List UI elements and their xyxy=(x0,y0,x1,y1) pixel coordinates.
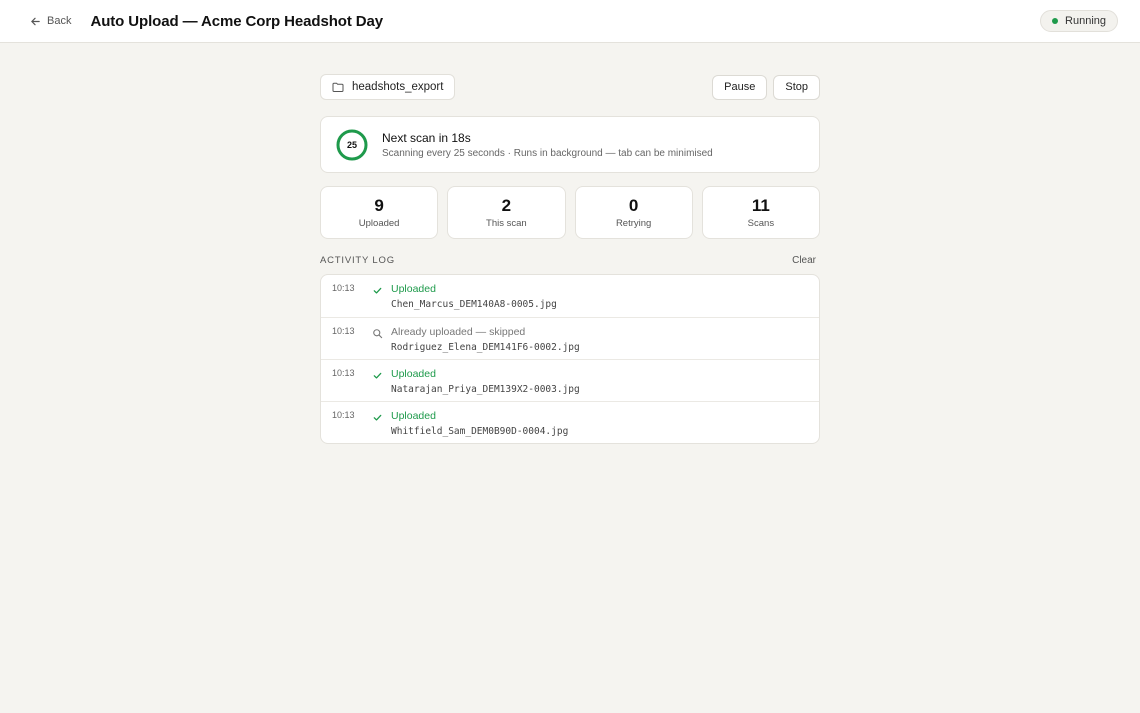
check-icon xyxy=(373,287,382,294)
back-button[interactable]: Back xyxy=(30,15,71,27)
back-label: Back xyxy=(47,15,72,27)
activity-log-header: ACTIVITY LOG Clear xyxy=(320,253,820,267)
search-icon xyxy=(373,328,383,338)
log-filename: Natarajan_Priya_DEM139X2-0003.jpg xyxy=(391,384,580,395)
log-time: 10:13 xyxy=(332,326,355,336)
stat-scans: 11 Scans xyxy=(701,186,820,239)
stat-value: 0 xyxy=(628,196,639,215)
folder-icon xyxy=(332,82,344,92)
page-title: Auto Upload — Acme Corp Headshot Day xyxy=(90,12,384,30)
log-filename: Rodriguez_Elena_DEM141F6-0002.jpg xyxy=(391,342,580,353)
activity-log-title: ACTIVITY LOG xyxy=(320,254,395,266)
folder-chip[interactable]: headshots_export xyxy=(320,74,456,100)
log-entry: 10:13 Uploaded Chen_Marcus_DEM140A8-0005… xyxy=(321,275,819,317)
log-filename: Chen_Marcus_DEM140A8-0005.jpg xyxy=(391,299,557,310)
stat-retrying: 0 Retrying xyxy=(574,186,693,239)
stats-row: 9 Uploaded 2 This scan 0 Retrying 11 Sca… xyxy=(320,186,820,239)
stat-this-scan: 2 This scan xyxy=(447,186,566,239)
next-scan-title: Next scan in 18s xyxy=(382,130,471,145)
scan-status-card: 25 Next scan in 18s Scanning every 25 se… xyxy=(320,116,820,173)
activity-log-list: 10:13 Uploaded Chen_Marcus_DEM140A8-0005… xyxy=(320,274,820,444)
clear-log-button[interactable]: Clear xyxy=(792,255,816,266)
stat-label: Uploaded xyxy=(358,218,400,229)
scan-subtitle: Scanning every 25 seconds · Runs in back… xyxy=(382,147,713,159)
log-entry: 10:13 Already uploaded — skipped Rodrigu… xyxy=(321,317,819,359)
toolbar: headshots_export Pause Stop xyxy=(320,74,820,100)
check-icon xyxy=(373,372,382,379)
status-badge: Running xyxy=(1040,10,1118,32)
stat-value: 11 xyxy=(751,196,770,215)
pause-button[interactable]: Pause xyxy=(712,74,768,100)
log-status: Uploaded xyxy=(391,368,436,380)
stat-label: Retrying xyxy=(615,218,652,229)
arrow-left-icon xyxy=(31,17,40,25)
log-status: Already uploaded — skipped xyxy=(391,326,526,338)
status-dot-icon xyxy=(1052,18,1059,24)
log-time: 10:13 xyxy=(332,410,355,420)
log-time: 10:13 xyxy=(332,283,355,293)
log-entry: 10:13 Uploaded Whitfield_Sam_DEM0B90D-00… xyxy=(321,401,819,443)
log-entry: 10:13 Uploaded Natarajan_Priya_DEM139X2-… xyxy=(321,359,819,401)
top-bar: Back Auto Upload — Acme Corp Headshot Da… xyxy=(0,0,1140,43)
check-icon xyxy=(373,414,382,421)
stat-label: Scans xyxy=(747,218,775,229)
log-time: 10:13 xyxy=(332,368,355,378)
countdown-value: 25 xyxy=(346,139,357,150)
folder-name: headshots_export xyxy=(352,81,444,93)
log-filename: Whitfield_Sam_DEM0B90D-0004.jpg xyxy=(391,426,569,437)
stat-value: 2 xyxy=(501,196,512,215)
status-label: Running xyxy=(1065,15,1106,27)
stat-label: This scan xyxy=(486,218,527,229)
main-content: headshots_export Pause Stop 25 Next scan… xyxy=(320,74,820,444)
countdown-ring: 25 xyxy=(336,129,368,161)
stat-uploaded: 9 Uploaded xyxy=(320,186,439,239)
log-status: Uploaded xyxy=(391,410,436,422)
stop-button[interactable]: Stop xyxy=(773,74,820,100)
stat-value: 9 xyxy=(374,196,384,215)
log-status: Uploaded xyxy=(391,283,436,295)
